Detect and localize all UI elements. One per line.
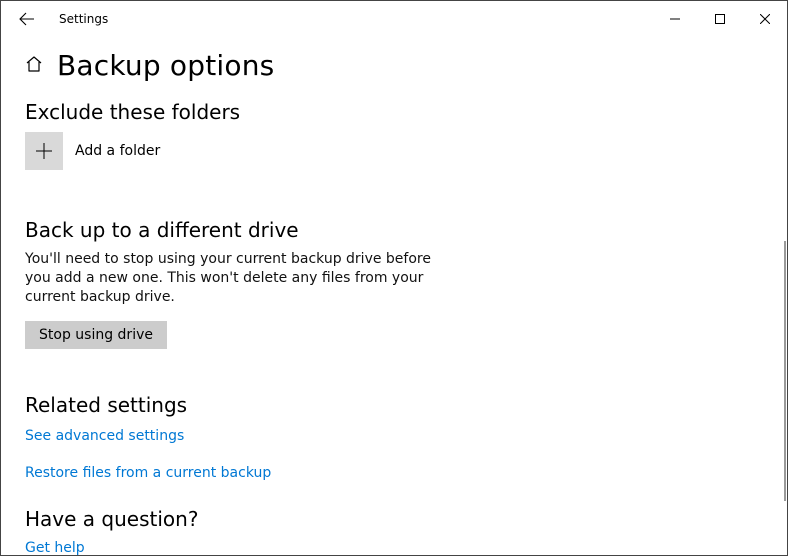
see-advanced-settings-link[interactable]: See advanced settings (25, 428, 184, 444)
restore-files-link[interactable]: Restore files from a current backup (25, 465, 271, 481)
exclude-heading: Exclude these folders (25, 100, 763, 124)
close-icon (760, 14, 770, 24)
home-icon[interactable] (25, 55, 43, 77)
page-heading-row: Backup options (25, 49, 763, 82)
back-button[interactable] (13, 5, 41, 33)
scrollbar[interactable] (784, 241, 786, 501)
titlebar: Settings (1, 1, 787, 37)
close-button[interactable] (742, 4, 787, 34)
different-drive-body: You'll need to stop using your current b… (25, 250, 445, 307)
add-folder-label: Add a folder (75, 143, 160, 159)
window-controls (652, 4, 787, 34)
maximize-button[interactable] (697, 4, 742, 34)
related-heading: Related settings (25, 393, 763, 417)
question-heading: Have a question? (25, 507, 763, 531)
minimize-icon (670, 14, 680, 24)
stop-using-drive-button[interactable]: Stop using drive (25, 321, 167, 349)
content-area: Backup options Exclude these folders Add… (1, 37, 787, 555)
maximize-icon (715, 14, 725, 24)
plus-icon (35, 142, 53, 160)
different-drive-heading: Back up to a different drive (25, 218, 763, 242)
add-folder-tile[interactable] (25, 132, 63, 170)
minimize-button[interactable] (652, 4, 697, 34)
add-folder-row[interactable]: Add a folder (25, 132, 763, 170)
page-title: Backup options (57, 49, 274, 82)
back-arrow-icon (19, 11, 35, 27)
window-title: Settings (59, 12, 108, 26)
get-help-link[interactable]: Get help (25, 540, 85, 555)
